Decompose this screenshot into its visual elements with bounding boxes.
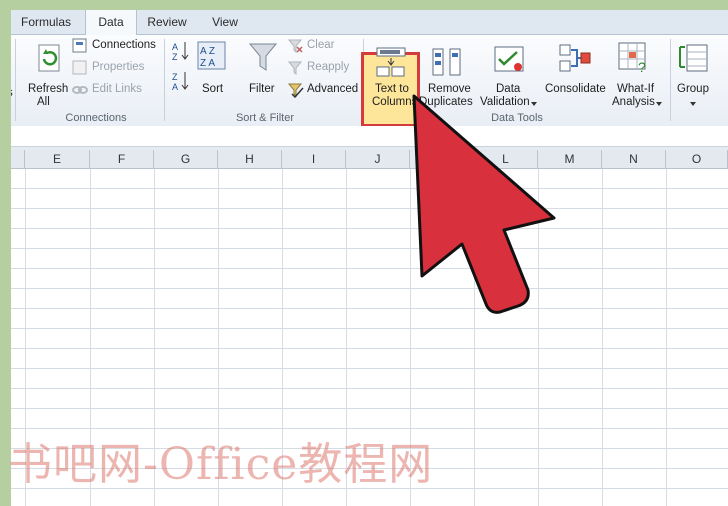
tab-view[interactable]: View: [203, 10, 247, 34]
tab-review[interactable]: Review: [141, 10, 193, 34]
group-dropdown-icon[interactable]: [690, 102, 698, 108]
what-if-analysis-icon: ?: [618, 41, 650, 73]
sort-za-icon: ZA: [171, 70, 191, 92]
consolidate-icon: [559, 43, 591, 75]
what-if-dropdown-icon[interactable]: [656, 102, 664, 108]
advanced-button[interactable]: Advanced: [307, 83, 358, 95]
svg-text:Z A: Z A: [200, 58, 215, 69]
connections-button[interactable]: Connections: [92, 39, 156, 51]
reapply-icon: [288, 60, 304, 76]
group-button[interactable]: Group: [677, 83, 709, 95]
watermark-text: 书吧网-Office教程网: [8, 439, 434, 490]
edit-links-icon: [72, 82, 88, 98]
clear-button[interactable]: Clear: [307, 39, 334, 51]
svg-text:Z: Z: [172, 72, 178, 82]
column-header-e[interactable]: E: [25, 150, 90, 169]
ribbon-tabs: Formulas Data Review View: [11, 10, 728, 35]
refresh-all-button[interactable]: Refresh: [28, 83, 68, 95]
remove-duplicates-icon: [432, 47, 462, 77]
row-header-corner[interactable]: [11, 150, 25, 169]
ribbon-data: s Refresh All Connections Properties Edi…: [11, 35, 728, 127]
svg-text:A: A: [172, 82, 178, 92]
filter-button[interactable]: Filter: [249, 83, 275, 95]
sort-az-icon: AZ: [171, 40, 191, 62]
sort-filter-group-label: Sort & Filter: [235, 112, 295, 124]
column-header-o[interactable]: O: [666, 150, 728, 169]
advanced-filter-icon: [288, 82, 304, 98]
edit-links-button[interactable]: Edit Links: [92, 83, 142, 95]
tab-data[interactable]: Data: [85, 10, 137, 35]
text-to-columns-icon: [376, 47, 406, 77]
column-header-j[interactable]: J: [346, 150, 410, 169]
data-validation-icon: [494, 45, 524, 75]
what-if-analysis-sub[interactable]: Analysis: [612, 96, 655, 108]
pointer-arrow-icon: [412, 94, 556, 314]
refresh-all-icon: [35, 43, 63, 75]
column-header-n[interactable]: N: [602, 150, 666, 169]
sort-icon: A ZZ A: [197, 41, 227, 71]
svg-text:?: ?: [638, 59, 646, 73]
column-header-f[interactable]: F: [90, 150, 154, 169]
properties-button[interactable]: Properties: [92, 61, 144, 73]
svg-text:Z: Z: [172, 52, 178, 62]
connections-group-label: Connections: [65, 112, 127, 124]
column-header-g[interactable]: G: [154, 150, 218, 169]
what-if-analysis-button[interactable]: What-If: [617, 83, 654, 95]
column-header-i[interactable]: I: [282, 150, 346, 169]
svg-text:A: A: [172, 42, 178, 52]
refresh-all-sub[interactable]: All: [37, 96, 50, 108]
group-icon: [679, 43, 709, 73]
tab-formulas[interactable]: Formulas: [13, 10, 79, 34]
properties-icon: [72, 60, 88, 76]
filter-icon: [248, 41, 278, 75]
sort-button[interactable]: Sort: [202, 83, 223, 95]
column-header-h[interactable]: H: [218, 150, 282, 169]
svg-text:A Z: A Z: [200, 46, 215, 57]
clear-filter-icon: [288, 38, 304, 54]
formula-bar[interactable]: [11, 126, 728, 147]
connections-icon: [72, 38, 88, 54]
reapply-button[interactable]: Reapply: [307, 61, 349, 73]
partial-label: s: [11, 87, 13, 99]
